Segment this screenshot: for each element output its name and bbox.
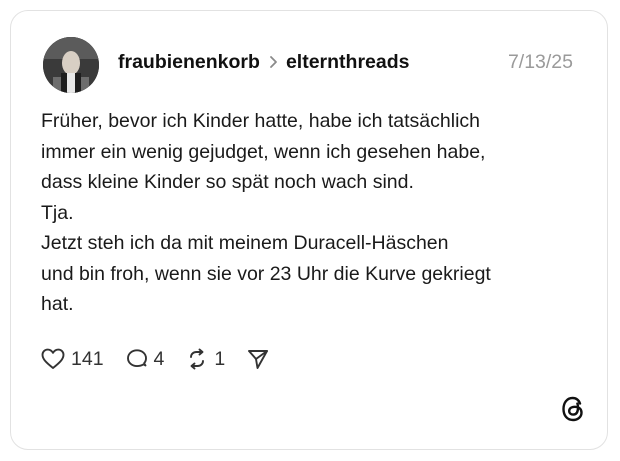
post-body-line: Tja. (41, 201, 74, 224)
post-card: fraubienenkorb elternthreads 7/13/25 Frü… (10, 10, 608, 450)
avatar[interactable] (43, 37, 99, 93)
like-button[interactable]: 141 (41, 348, 104, 371)
author-name[interactable]: fraubienenkorb (118, 51, 260, 74)
threads-logo-icon (559, 395, 587, 423)
repost-icon (190, 348, 205, 370)
post-body-line: Früher, bevor ich Kinder hatte, habe ich… (41, 110, 480, 132)
repost-button[interactable]: 1 (186, 348, 225, 371)
repost-count: 1 (214, 347, 226, 370)
send-icon (248, 350, 269, 369)
speech-bubble-icon (126, 349, 147, 368)
post-body-line: dass kleine Kinder so spät noch wach sin… (41, 171, 414, 193)
post-body-line: immer ein wenig gejudget, wenn ich geseh… (41, 140, 486, 163)
post-body-line: hat. (41, 293, 74, 315)
post-date: 7/13/25 (507, 50, 573, 73)
community-name[interactable]: elternthreads (286, 51, 410, 74)
post-header: fraubienenkorb elternthreads 7/13/25 (118, 47, 573, 77)
share-button[interactable] (247, 348, 269, 370)
chevron-right-icon (260, 50, 286, 74)
reply-count: 4 (153, 347, 165, 370)
post-body-line: und bin froh, wenn sie vor 23 Uhr die Ku… (41, 262, 491, 285)
action-bar: 141 4 1 (41, 346, 291, 372)
heart-icon (41, 348, 65, 369)
reply-button[interactable]: 4 (126, 347, 165, 371)
post-body: Früher, bevor ich Kinder hatte, habe ich… (41, 106, 581, 320)
post-body-line: Jetzt steh ich da mit meinem Duracell-Hä… (41, 232, 449, 254)
like-count: 141 (71, 347, 104, 370)
avatar-image (43, 37, 99, 93)
